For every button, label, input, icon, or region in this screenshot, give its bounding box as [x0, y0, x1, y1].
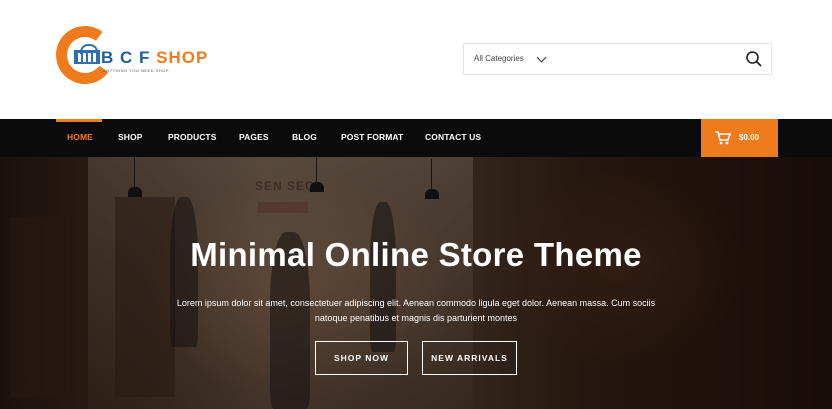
nav-item-home[interactable]: HOME	[67, 119, 93, 157]
new-arrivals-button[interactable]: NEW ARRIVALS	[422, 341, 517, 375]
cart-total: $0.00	[739, 133, 760, 142]
search-icon[interactable]	[745, 50, 763, 68]
hero-description: Lorem ipsum dolor sit amet, consectetuer…	[176, 298, 656, 323]
shopping-cart-icon	[715, 131, 731, 145]
hero-dark-overlay	[0, 157, 832, 409]
logo-brand-part2: SHOP	[156, 48, 209, 67]
nav-item-pages[interactable]: PAGES	[239, 119, 269, 157]
nav-item-blog[interactable]: BLOG	[292, 119, 317, 157]
shop-logo[interactable]: B C F SHOP ANYTHING YOU NEED SHOP	[52, 22, 216, 88]
logo-tagline: ANYTHING YOU NEED SHOP	[103, 68, 170, 73]
logo-brand-part1: B C F	[101, 48, 151, 67]
chevron-down-icon[interactable]	[536, 52, 547, 63]
search-input[interactable]	[559, 48, 734, 70]
nav-item-products[interactable]: PRODUCTS	[168, 119, 217, 157]
cart-button[interactable]: $0.00	[701, 119, 778, 157]
hero-title: Minimal Online Store Theme	[190, 236, 642, 273]
nav-item-contact-us[interactable]: CONTACT US	[425, 119, 481, 157]
basket-icon	[74, 44, 100, 64]
category-select[interactable]: All Categories	[474, 44, 524, 74]
nav-item-post-format[interactable]: POST FORMAT	[341, 119, 403, 157]
hero-banner: SEN SEÇ Minimal Online Store Theme Lorem…	[0, 157, 832, 409]
site-header: B C F SHOP ANYTHING YOU NEED SHOP All Ca…	[0, 0, 832, 119]
nav-item-shop[interactable]: SHOP	[118, 119, 143, 157]
logo-wordmark: B C F SHOP	[101, 48, 208, 68]
search-bar: All Categories	[463, 43, 772, 75]
shop-now-button[interactable]: SHOP NOW	[315, 341, 408, 375]
active-nav-indicator	[56, 119, 102, 122]
